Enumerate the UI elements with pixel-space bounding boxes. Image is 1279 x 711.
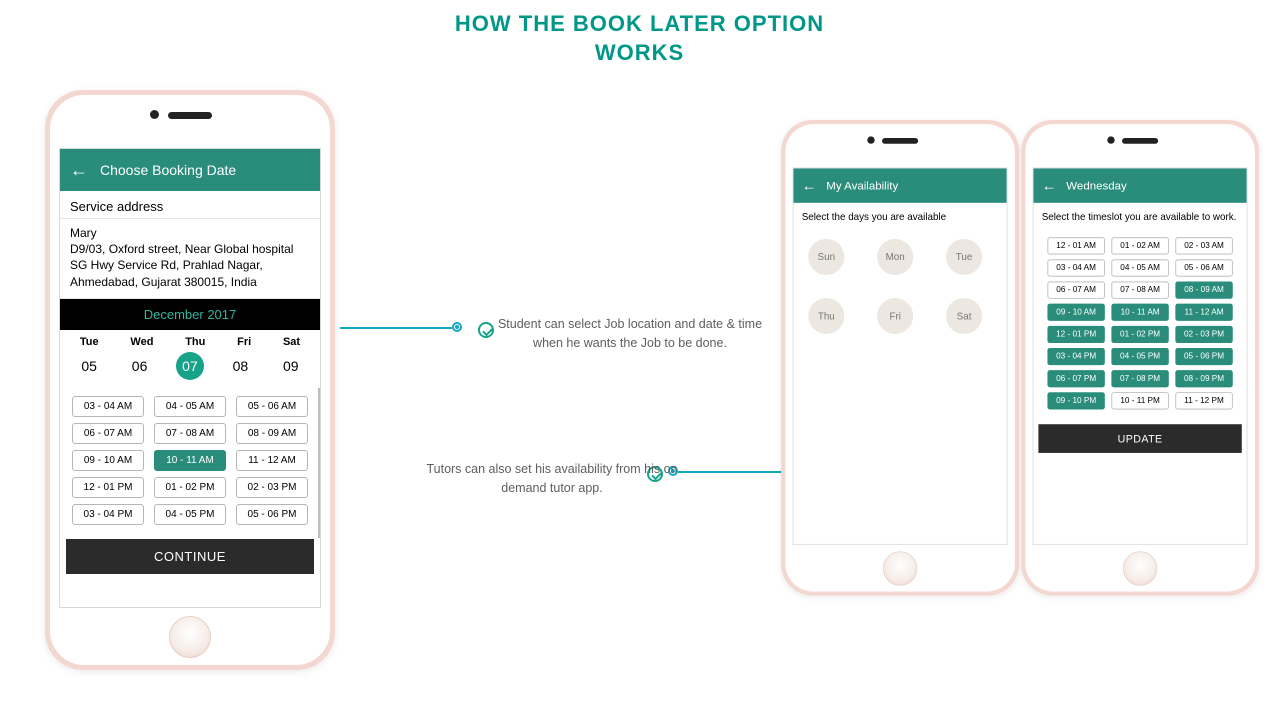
day-chip[interactable]: Sat [946,298,982,334]
addr-line: Ahmedabad, Gujarat 380015, India [70,274,310,290]
timeslot[interactable]: 08 - 09 AM [1175,282,1232,299]
timeslot[interactable]: 06 - 07 AM [1047,282,1104,299]
weekday-label: Fri [237,336,251,348]
weekday-label: Wed [130,336,153,348]
addr-name: Mary [70,225,310,241]
title-line-1: HOW THE BOOK LATER OPTION [0,10,1279,39]
phone-mockup-booking: ← Choose Booking Date Service address Ma… [45,90,335,670]
timeslot[interactable]: 03 - 04 AM [1047,259,1104,276]
timeslot[interactable]: 05 - 06 AM [1175,259,1232,276]
connector-line [340,327,452,329]
appbar: ← My Availability [794,168,1007,202]
continue-button[interactable]: CONTINUE [66,539,314,574]
timeslot[interactable]: 01 - 02 PM [154,477,226,498]
day-chip[interactable]: Tue [946,239,982,275]
timeslot[interactable]: 11 - 12 AM [1175,304,1232,321]
subtitle: Select the timeslot you are available to… [1034,203,1247,228]
timeslot[interactable]: 05 - 06 PM [236,504,308,525]
timeslot[interactable]: 09 - 10 PM [1047,392,1104,409]
addr-line: SG Hwy Service Rd, Prahlad Nagar, [70,257,310,273]
timeslot[interactable]: 04 - 05 PM [154,504,226,525]
back-icon[interactable]: ← [1042,177,1057,194]
timeslot[interactable]: 06 - 07 AM [72,423,144,444]
timeslot[interactable]: 02 - 03 PM [1175,326,1232,343]
timeslot[interactable]: 07 - 08 AM [1111,282,1168,299]
service-address: Mary D9/03, Oxford street, Near Global h… [60,219,320,299]
update-button[interactable]: UPDATE [1038,424,1241,453]
timeslot[interactable]: 10 - 11 PM [1111,392,1168,409]
timeslot[interactable]: 04 - 05 AM [1111,259,1168,276]
day-cell[interactable]: 09 [277,352,305,380]
timeslot-list: 03 - 04 AM 04 - 05 AM 05 - 06 AM 06 - 07 AM… [60,388,320,533]
caption-student: Student can select Job location and date… [490,315,770,353]
week-header: Tue Wed Thu Fri Sat [60,330,320,350]
day-chip[interactable]: Thu [808,298,844,334]
subtitle: Select the days you are available [794,203,1007,228]
timeslot[interactable]: 11 - 12 PM [1175,392,1232,409]
timeslot[interactable]: 10 - 11 AM [1111,304,1168,321]
timeslot[interactable]: 01 - 02 PM [1111,326,1168,343]
day-chip[interactable]: Mon [877,239,913,275]
weekday-label: Thu [185,336,205,348]
addr-line: D9/03, Oxford street, Near Global hospit… [70,241,310,257]
day-chip[interactable]: Fri [877,298,913,334]
timeslot-grid: 12 - 01 AM 01 - 02 AM 02 - 03 AM 03 - 04 AM… [1034,227,1247,419]
day-chip[interactable]: Sun [808,239,844,275]
day-cell[interactable]: 06 [126,352,154,380]
timeslot[interactable]: 09 - 10 AM [1047,304,1104,321]
back-icon[interactable]: ← [802,177,817,194]
timeslot[interactable]: 03 - 04 AM [72,396,144,417]
appbar-title: My Availability [826,179,898,192]
week-days: 05 06 07 08 09 [60,350,320,388]
appbar-title: Choose Booking Date [100,162,236,178]
timeslot[interactable]: 12 - 01 PM [1047,326,1104,343]
day-cell[interactable]: 08 [226,352,254,380]
weekday-label: Sat [283,336,300,348]
timeslot[interactable]: 06 - 07 PM [1047,370,1104,387]
timeslot[interactable]: 10 - 11 AM [154,450,226,471]
connector-dot [452,322,462,332]
timeslot[interactable]: 12 - 01 AM [1047,237,1104,254]
month-bar[interactable]: December 2017 [60,299,320,330]
phone-mockup-availability: ← My Availability Select the days you ar… [781,120,1019,596]
caption-tutor: Tutors can also set his availability fro… [412,460,692,498]
timeslot[interactable]: 07 - 08 PM [1111,370,1168,387]
timeslot[interactable]: 09 - 10 AM [72,450,144,471]
page-title: HOW THE BOOK LATER OPTION WORKS [0,0,1279,67]
appbar: ← Wednesday [1034,168,1247,202]
timeslot[interactable]: 02 - 03 AM [1175,237,1232,254]
back-icon[interactable]: ← [70,160,88,181]
timeslot[interactable]: 05 - 06 PM [1175,348,1232,365]
phone-mockup-timeslots: ← Wednesday Select the timeslot you are … [1021,120,1259,596]
timeslot[interactable]: 07 - 08 AM [154,423,226,444]
timeslot[interactable]: 08 - 09 PM [1175,370,1232,387]
timeslot[interactable]: 05 - 06 AM [236,396,308,417]
weekday-label: Tue [80,336,99,348]
appbar: ← Choose Booking Date [60,149,320,191]
title-line-2: WORKS [0,39,1279,68]
timeslot[interactable]: 04 - 05 AM [154,396,226,417]
day-cell[interactable]: 05 [75,352,103,380]
timeslot[interactable]: 01 - 02 AM [1111,237,1168,254]
timeslot[interactable]: 08 - 09 AM [236,423,308,444]
scrollbar[interactable] [318,388,321,538]
section-label: Service address [60,191,320,219]
timeslot[interactable]: 11 - 12 AM [236,450,308,471]
timeslot[interactable]: 12 - 01 PM [72,477,144,498]
appbar-title: Wednesday [1066,179,1126,192]
timeslot[interactable]: 04 - 05 PM [1111,348,1168,365]
timeslot[interactable]: 02 - 03 PM [236,477,308,498]
day-grid: Sun Mon Tue Thu Fri Sat [794,227,1007,345]
timeslot[interactable]: 03 - 04 PM [72,504,144,525]
timeslot[interactable]: 03 - 04 PM [1047,348,1104,365]
day-cell[interactable]: 07 [176,352,204,380]
